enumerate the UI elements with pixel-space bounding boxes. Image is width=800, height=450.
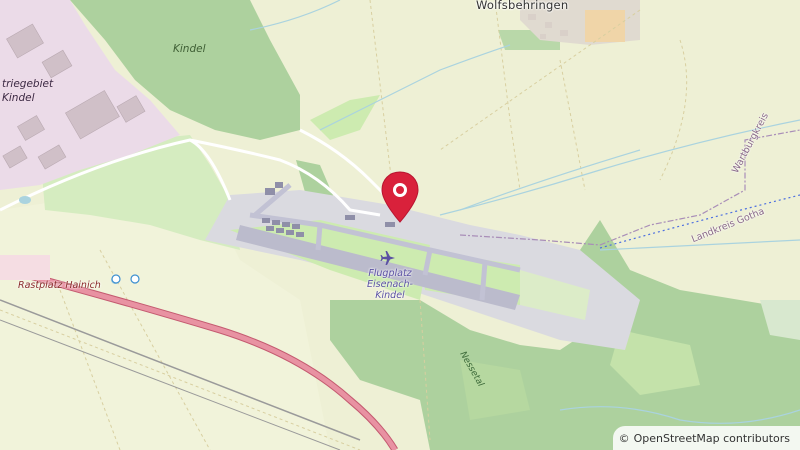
- copyright-symbol: ©: [618, 431, 630, 445]
- map-attribution[interactable]: © OpenStreetMap contributors: [612, 426, 800, 450]
- rest-area: [0, 255, 50, 280]
- map-view[interactable]: Kindel Wolfsbehringen triegebiet Kindel …: [0, 0, 800, 450]
- map-pin-icon[interactable]: [380, 170, 420, 226]
- attribution-link[interactable]: OpenStreetMap contributors: [634, 432, 790, 445]
